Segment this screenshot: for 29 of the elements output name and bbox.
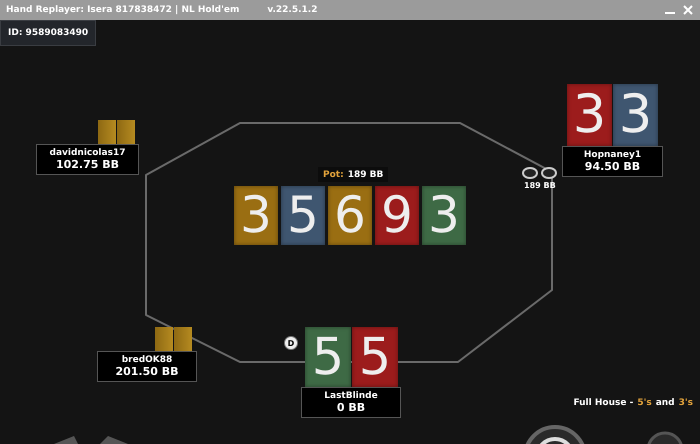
playing-card: 3 bbox=[234, 186, 278, 245]
pot-label: Pot: 189 BB bbox=[318, 167, 388, 182]
version-label: v.22.5.1.2 bbox=[267, 5, 318, 15]
close-icon[interactable] bbox=[682, 4, 694, 16]
playing-card: 3 bbox=[567, 84, 612, 146]
playing-card: 6 bbox=[328, 186, 372, 245]
hand-result: Full House - 5's and 3's bbox=[573, 398, 693, 408]
player-name: Hopnaney1 bbox=[584, 150, 642, 160]
playing-card: 9 bbox=[375, 186, 419, 245]
card-back bbox=[117, 120, 135, 144]
playing-card: 3 bbox=[613, 84, 658, 146]
playing-card: 5 bbox=[305, 327, 351, 387]
hand-id: ID: 9589083490 bbox=[0, 20, 96, 46]
chip-stack-icon bbox=[522, 166, 558, 180]
card-back bbox=[155, 327, 173, 351]
card-back bbox=[174, 327, 192, 351]
player-stack: 94.50 BB bbox=[584, 160, 640, 173]
player-name: LastBlinde bbox=[324, 391, 378, 401]
player-stack: 201.50 BB bbox=[115, 365, 179, 378]
card-back bbox=[98, 120, 116, 144]
player-name: davidnicolas17 bbox=[50, 148, 126, 158]
bet-amount: 189 BB bbox=[524, 181, 556, 190]
window-title: Hand Replayer: Isera 817838472 | NL Hold'em bbox=[6, 5, 240, 15]
playing-card: 5 bbox=[352, 327, 398, 387]
player-stack: 0 BB bbox=[336, 401, 366, 414]
player-stack: 102.75 BB bbox=[56, 158, 120, 171]
playing-card: 3 bbox=[422, 186, 466, 245]
player-name: bredOK88 bbox=[122, 355, 172, 365]
playing-card: 5 bbox=[281, 186, 325, 245]
